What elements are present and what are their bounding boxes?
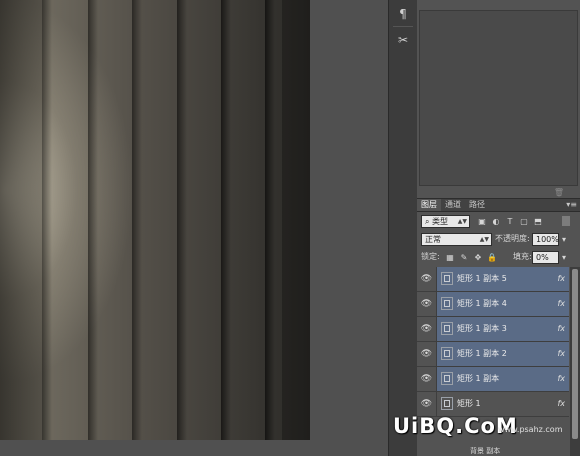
fx-icon[interactable]: fx bbox=[557, 292, 565, 316]
lock-row: 锁定: ▦ ✎ ✥ 🔒 填充: 0% ▾ bbox=[417, 249, 580, 265]
layer-row[interactable]: 👁 矩形 1 副本 fx bbox=[417, 367, 569, 392]
stripe-shadow bbox=[265, 0, 275, 440]
filter-kind-value: 类型 bbox=[432, 217, 449, 226]
opacity-dropdown-icon[interactable]: ▾ bbox=[559, 234, 569, 244]
smart-object-filter-icon[interactable]: ⬒ bbox=[533, 216, 543, 226]
layer-main[interactable]: 矩形 1 副本 3 fx bbox=[437, 317, 569, 341]
fx-icon[interactable]: fx bbox=[557, 267, 565, 291]
lock-image-icon[interactable]: ✎ bbox=[459, 252, 469, 262]
fill-input[interactable]: 0% bbox=[532, 251, 559, 264]
fill-label: 填充: bbox=[513, 252, 532, 261]
layer-main[interactable]: 矩形 1 副本 4 fx bbox=[437, 292, 569, 316]
fill-dropdown-icon[interactable]: ▾ bbox=[559, 252, 569, 262]
paragraph-icon[interactable]: ¶ bbox=[393, 4, 413, 24]
panel-menu-icon[interactable]: ▾≡ bbox=[566, 200, 577, 209]
layer-main[interactable]: 矩形 1 fx bbox=[437, 392, 569, 416]
upper-panel: 🗑 bbox=[417, 0, 580, 199]
shape-thumbnail-icon bbox=[441, 347, 453, 360]
paragraph-glyph: ¶ bbox=[399, 7, 407, 21]
blend-mode-value: 正常 bbox=[425, 235, 441, 244]
fill-value: 0% bbox=[536, 253, 549, 262]
shape-thumbnail-icon bbox=[441, 322, 453, 335]
chevron-down-icon: ▲▼ bbox=[457, 218, 467, 225]
panel-dock: ¶ ✂ bbox=[388, 0, 418, 456]
stripe-shadow bbox=[177, 0, 187, 440]
eye-icon[interactable]: 👁 bbox=[417, 367, 437, 391]
search-icon: ⌕ bbox=[425, 217, 433, 226]
opacity-input[interactable]: 100% bbox=[532, 233, 559, 246]
eye-icon[interactable]: 👁 bbox=[417, 317, 437, 341]
layer-name: 矩形 1 bbox=[457, 399, 481, 408]
trash-icon[interactable]: 🗑 bbox=[554, 188, 564, 197]
layers-scrollbar[interactable] bbox=[570, 267, 580, 456]
fx-icon[interactable]: fx bbox=[557, 392, 565, 416]
layer-main[interactable]: 矩形 1 副本 2 fx bbox=[437, 342, 569, 366]
document-canvas[interactable] bbox=[0, 0, 310, 440]
opacity-value: 100% bbox=[536, 235, 559, 244]
watermark-url: www.psahz.com bbox=[498, 425, 563, 434]
brush-settings-glyph: ✂ bbox=[397, 33, 409, 47]
lock-transparent-icon[interactable]: ▦ bbox=[445, 252, 455, 262]
layer-row[interactable]: 👁 矩形 1 副本 3 fx bbox=[417, 317, 569, 342]
layer-main[interactable]: 矩形 1 副本 fx bbox=[437, 367, 569, 391]
fx-icon[interactable]: fx bbox=[557, 317, 565, 341]
canvas-area[interactable] bbox=[0, 0, 388, 456]
eye-icon[interactable]: 👁 bbox=[417, 267, 437, 291]
opacity-label: 不透明度: bbox=[495, 234, 530, 243]
tab-paths[interactable]: 路径 bbox=[465, 199, 489, 211]
shape-thumbnail-icon bbox=[441, 372, 453, 385]
brush-settings-icon[interactable]: ✂ bbox=[393, 30, 413, 50]
blend-row: 正常 ▲▼ 不透明度: 100% ▾ bbox=[417, 231, 580, 247]
fx-icon[interactable]: fx bbox=[557, 367, 565, 391]
filter-row: ⌕ 类型 ▲▼ ▣ ◐ T ▢ ⬒ bbox=[417, 213, 580, 229]
layer-main[interactable]: 矩形 1 副本 5 fx bbox=[437, 267, 569, 291]
lock-label: 锁定: bbox=[421, 252, 440, 261]
lock-position-icon[interactable]: ✥ bbox=[473, 252, 483, 262]
blend-mode-select[interactable]: 正常 ▲▼ bbox=[421, 233, 492, 246]
stripe-shadow bbox=[88, 0, 98, 440]
canvas-stripe bbox=[0, 0, 42, 440]
layer-row[interactable]: 👁 矩形 1 副本 4 fx bbox=[417, 292, 569, 317]
shape-thumbnail-icon bbox=[441, 397, 453, 410]
partial-layer-label: 背景 副本 bbox=[470, 447, 501, 455]
scrollbar-thumb[interactable] bbox=[572, 269, 578, 439]
eye-icon[interactable]: 👁 bbox=[417, 292, 437, 316]
tab-channels[interactable]: 通道 bbox=[441, 199, 465, 211]
layer-name: 矩形 1 副本 2 bbox=[457, 349, 507, 358]
canvas-stripe bbox=[282, 0, 310, 440]
layer-name: 矩形 1 副本 4 bbox=[457, 299, 507, 308]
filter-toggle[interactable] bbox=[562, 216, 570, 226]
layer-row[interactable]: 👁 矩形 1 副本 5 fx bbox=[417, 267, 569, 292]
fx-icon[interactable]: fx bbox=[557, 342, 565, 366]
shape-thumbnail-icon bbox=[441, 297, 453, 310]
dock-divider bbox=[393, 26, 413, 27]
layer-name: 矩形 1 副本 3 bbox=[457, 324, 507, 333]
type-filter-icon[interactable]: T bbox=[505, 216, 515, 226]
layer-name: 矩形 1 副本 5 bbox=[457, 274, 507, 283]
panel-tabs: 图层 通道 路径 bbox=[417, 199, 580, 212]
layer-name: 矩形 1 副本 bbox=[457, 374, 500, 383]
eye-icon[interactable]: 👁 bbox=[417, 392, 437, 416]
eye-icon[interactable]: 👁 bbox=[417, 342, 437, 366]
shape-filter-icon[interactable]: ▢ bbox=[519, 216, 529, 226]
stripe-shadow bbox=[221, 0, 231, 440]
stripe-shadow bbox=[42, 0, 52, 440]
upper-panel-content bbox=[419, 10, 578, 186]
stripe-shadow bbox=[132, 0, 142, 440]
chevron-down-icon: ▲▼ bbox=[479, 236, 489, 243]
tab-layers[interactable]: 图层 bbox=[417, 199, 441, 211]
filter-kind-select[interactable]: ⌕ 类型 ▲▼ bbox=[421, 215, 470, 228]
layer-row[interactable]: 👁 矩形 1 副本 2 fx bbox=[417, 342, 569, 367]
shape-thumbnail-icon bbox=[441, 272, 453, 285]
adjustment-filter-icon[interactable]: ◐ bbox=[491, 216, 501, 226]
lock-all-icon[interactable]: 🔒 bbox=[487, 252, 497, 262]
image-filter-icon[interactable]: ▣ bbox=[477, 216, 487, 226]
